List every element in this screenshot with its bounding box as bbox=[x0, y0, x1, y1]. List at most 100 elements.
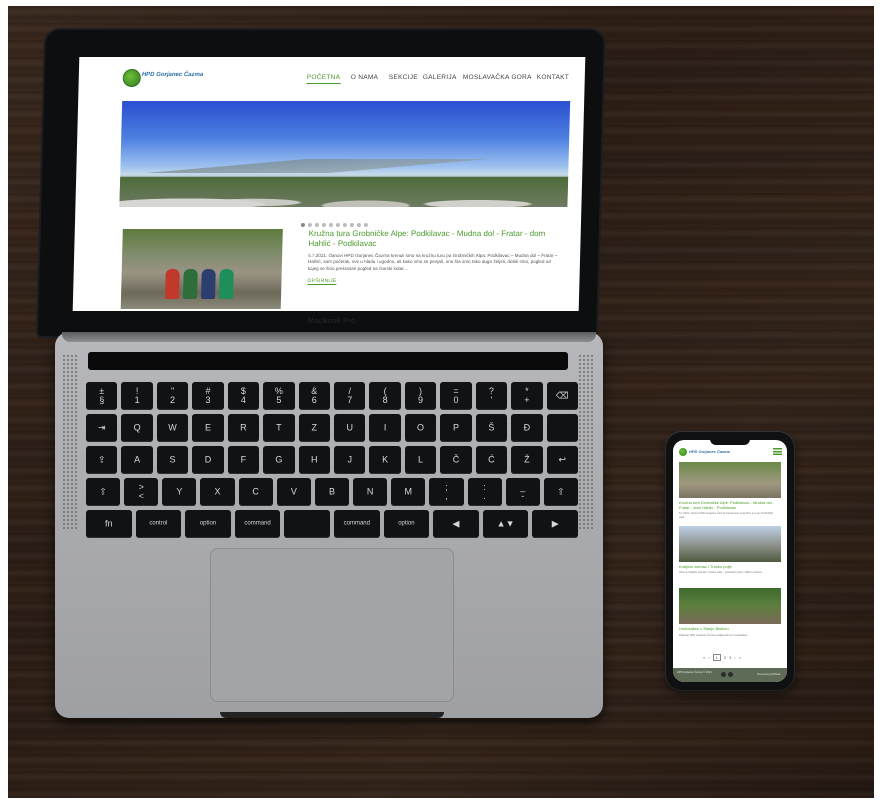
slider-dot[interactable] bbox=[314, 223, 319, 227]
keyboard-key[interactable]: T bbox=[263, 414, 295, 442]
keyboard-key[interactable]: ( 8 bbox=[369, 382, 401, 410]
keyboard-key[interactable]: L bbox=[404, 446, 437, 474]
keyboard-key[interactable]: command bbox=[334, 510, 380, 538]
nav-item-o-nama[interactable]: O NAMA bbox=[351, 74, 379, 81]
keyboard-key[interactable]: I bbox=[369, 414, 401, 442]
keyboard-key[interactable]: ⇪ bbox=[86, 446, 118, 474]
post-title[interactable]: Kružna tura Grobničke Alpe: Podkilavac -… bbox=[308, 229, 559, 249]
instagram-icon[interactable] bbox=[728, 672, 733, 677]
keyboard-key[interactable]: H bbox=[298, 446, 330, 474]
keyboard-key[interactable]: E bbox=[192, 414, 224, 442]
slider-dot[interactable] bbox=[363, 223, 368, 227]
hamburger-menu-icon[interactable] bbox=[773, 448, 782, 455]
keyboard-key[interactable]: ▲▼ bbox=[482, 510, 529, 538]
phone-post-image-3[interactable] bbox=[679, 588, 781, 624]
pagination-item[interactable]: 3 bbox=[729, 655, 731, 660]
keyboard-key[interactable]: ◀ bbox=[433, 510, 479, 538]
keyboard-key[interactable]: C bbox=[238, 478, 273, 506]
keyboard-key[interactable]: _ - bbox=[505, 478, 540, 506]
keyboard-key[interactable]: ⌫ bbox=[546, 382, 578, 410]
keyboard-key[interactable]: D bbox=[192, 446, 224, 474]
keyboard-key[interactable] bbox=[546, 414, 578, 442]
keyboard-key[interactable]: ± § bbox=[86, 382, 118, 410]
nav-item-kontakt[interactable]: KONTAKT bbox=[537, 74, 570, 81]
pagination-item[interactable]: 2 bbox=[724, 655, 726, 660]
keyboard-key[interactable]: Z bbox=[298, 414, 330, 442]
keyboard-key[interactable]: " 2 bbox=[156, 382, 189, 410]
keyboard-key[interactable]: O bbox=[404, 414, 437, 442]
keyboard-key[interactable]: ↩ bbox=[546, 446, 578, 474]
pagination-item[interactable]: « bbox=[703, 655, 705, 660]
pagination-item[interactable]: 1 bbox=[712, 654, 721, 661]
keyboard-key[interactable]: ⇥ bbox=[86, 414, 118, 442]
keyboard-key[interactable]: R bbox=[227, 414, 260, 442]
keyboard-key[interactable]: ; , bbox=[429, 478, 464, 506]
nav-item-pocetna[interactable]: POČETNA bbox=[306, 74, 341, 84]
keyboard-key[interactable]: J bbox=[334, 446, 366, 474]
keyboard-key[interactable]: ⇧ bbox=[86, 478, 121, 506]
keyboard-key[interactable]: Y bbox=[162, 478, 197, 506]
phone-post-title-3[interactable]: Hodočašće u Mariju Bistricu bbox=[679, 626, 781, 631]
phone-post-image-2[interactable] bbox=[679, 526, 781, 562]
nav-item-galerija[interactable]: GALERIJA bbox=[423, 74, 457, 81]
keyboard-key[interactable] bbox=[284, 510, 330, 538]
phone-logo-text[interactable]: HPD Gorjanec Čazma bbox=[689, 449, 730, 454]
keyboard-key[interactable]: / 7 bbox=[334, 382, 366, 410]
keyboard-key[interactable]: ! 1 bbox=[121, 382, 153, 410]
keyboard-key[interactable]: $ 4 bbox=[227, 382, 260, 410]
keyboard-key[interactable]: X bbox=[200, 478, 235, 506]
phone-post-title-1[interactable]: Kružna tura Grobničke Alpe: Podkilavac -… bbox=[679, 500, 781, 510]
keyboard-key[interactable]: = 0 bbox=[440, 382, 472, 410]
pagination-item[interactable]: » bbox=[739, 655, 741, 660]
keyboard-key[interactable]: control bbox=[135, 510, 182, 538]
keyboard-key[interactable]: A bbox=[121, 446, 153, 474]
keyboard-key[interactable]: # 3 bbox=[192, 382, 224, 410]
keyboard-key[interactable]: ⇧ bbox=[543, 478, 578, 506]
keyboard-key[interactable]: command bbox=[234, 510, 281, 538]
touch-bar[interactable] bbox=[88, 352, 568, 370]
keyboard-key[interactable]: B bbox=[314, 478, 350, 506]
keyboard-key[interactable]: V bbox=[276, 478, 311, 506]
keyboard-key[interactable]: Č bbox=[440, 446, 472, 474]
slider-dot[interactable] bbox=[307, 223, 312, 227]
keyboard-key[interactable]: Q bbox=[121, 414, 153, 442]
slider-dot[interactable] bbox=[300, 223, 305, 227]
keyboard-key[interactable]: U bbox=[334, 414, 366, 442]
keyboard-key[interactable]: W bbox=[156, 414, 189, 442]
keyboard-key[interactable]: & 6 bbox=[298, 382, 330, 410]
slider-dot[interactable] bbox=[342, 223, 347, 227]
keyboard-key[interactable]: Ć bbox=[475, 446, 508, 474]
nav-item-moslavacka-gora[interactable]: MOSLAVAČKA GORA bbox=[463, 74, 532, 81]
phone-post-image-1[interactable] bbox=[679, 462, 781, 498]
keyboard-key[interactable]: ▶ bbox=[532, 510, 578, 538]
keyboard-key[interactable]: * + bbox=[511, 382, 543, 410]
post-thumbnail-image[interactable] bbox=[120, 229, 283, 309]
keyboard-key[interactable]: option bbox=[383, 510, 430, 538]
keyboard-key[interactable]: Š bbox=[475, 414, 508, 442]
read-more-button[interactable]: OPŠIRNIJE bbox=[307, 278, 337, 285]
keyboard-key[interactable]: option bbox=[185, 510, 231, 538]
phone-post-title-2[interactable]: Kraljičin zdenac i Tursko polje bbox=[679, 564, 781, 569]
keyboard-key[interactable]: S bbox=[156, 446, 189, 474]
keyboard-key[interactable]: M bbox=[391, 478, 426, 506]
slider-dot[interactable] bbox=[321, 223, 326, 227]
keyboard-key[interactable]: : . bbox=[467, 478, 502, 506]
slider-dot[interactable] bbox=[356, 223, 361, 227]
site-logo-text[interactable]: HPD Gorjanec Čazma bbox=[142, 72, 204, 78]
keyboard-key[interactable]: Đ bbox=[511, 414, 543, 442]
keyboard-key[interactable]: G bbox=[263, 446, 295, 474]
pagination-item[interactable]: › bbox=[734, 655, 735, 660]
keyboard-key[interactable]: N bbox=[353, 478, 388, 506]
trackpad[interactable] bbox=[210, 548, 454, 702]
nav-item-sekcije[interactable]: SEKCIJE bbox=[389, 74, 418, 81]
keyboard-key[interactable]: > < bbox=[124, 478, 159, 506]
keyboard-key[interactable]: K bbox=[369, 446, 401, 474]
keyboard-key[interactable]: % 5 bbox=[263, 382, 295, 410]
facebook-icon[interactable] bbox=[721, 672, 726, 677]
pagination-item[interactable]: ‹ bbox=[708, 655, 709, 660]
hero-slider-image[interactable] bbox=[119, 101, 571, 207]
keyboard-key[interactable]: ) 9 bbox=[404, 382, 437, 410]
keyboard-key[interactable]: ? ' bbox=[475, 382, 508, 410]
keyboard-key[interactable]: F bbox=[227, 446, 260, 474]
slider-dot[interactable] bbox=[328, 223, 333, 227]
